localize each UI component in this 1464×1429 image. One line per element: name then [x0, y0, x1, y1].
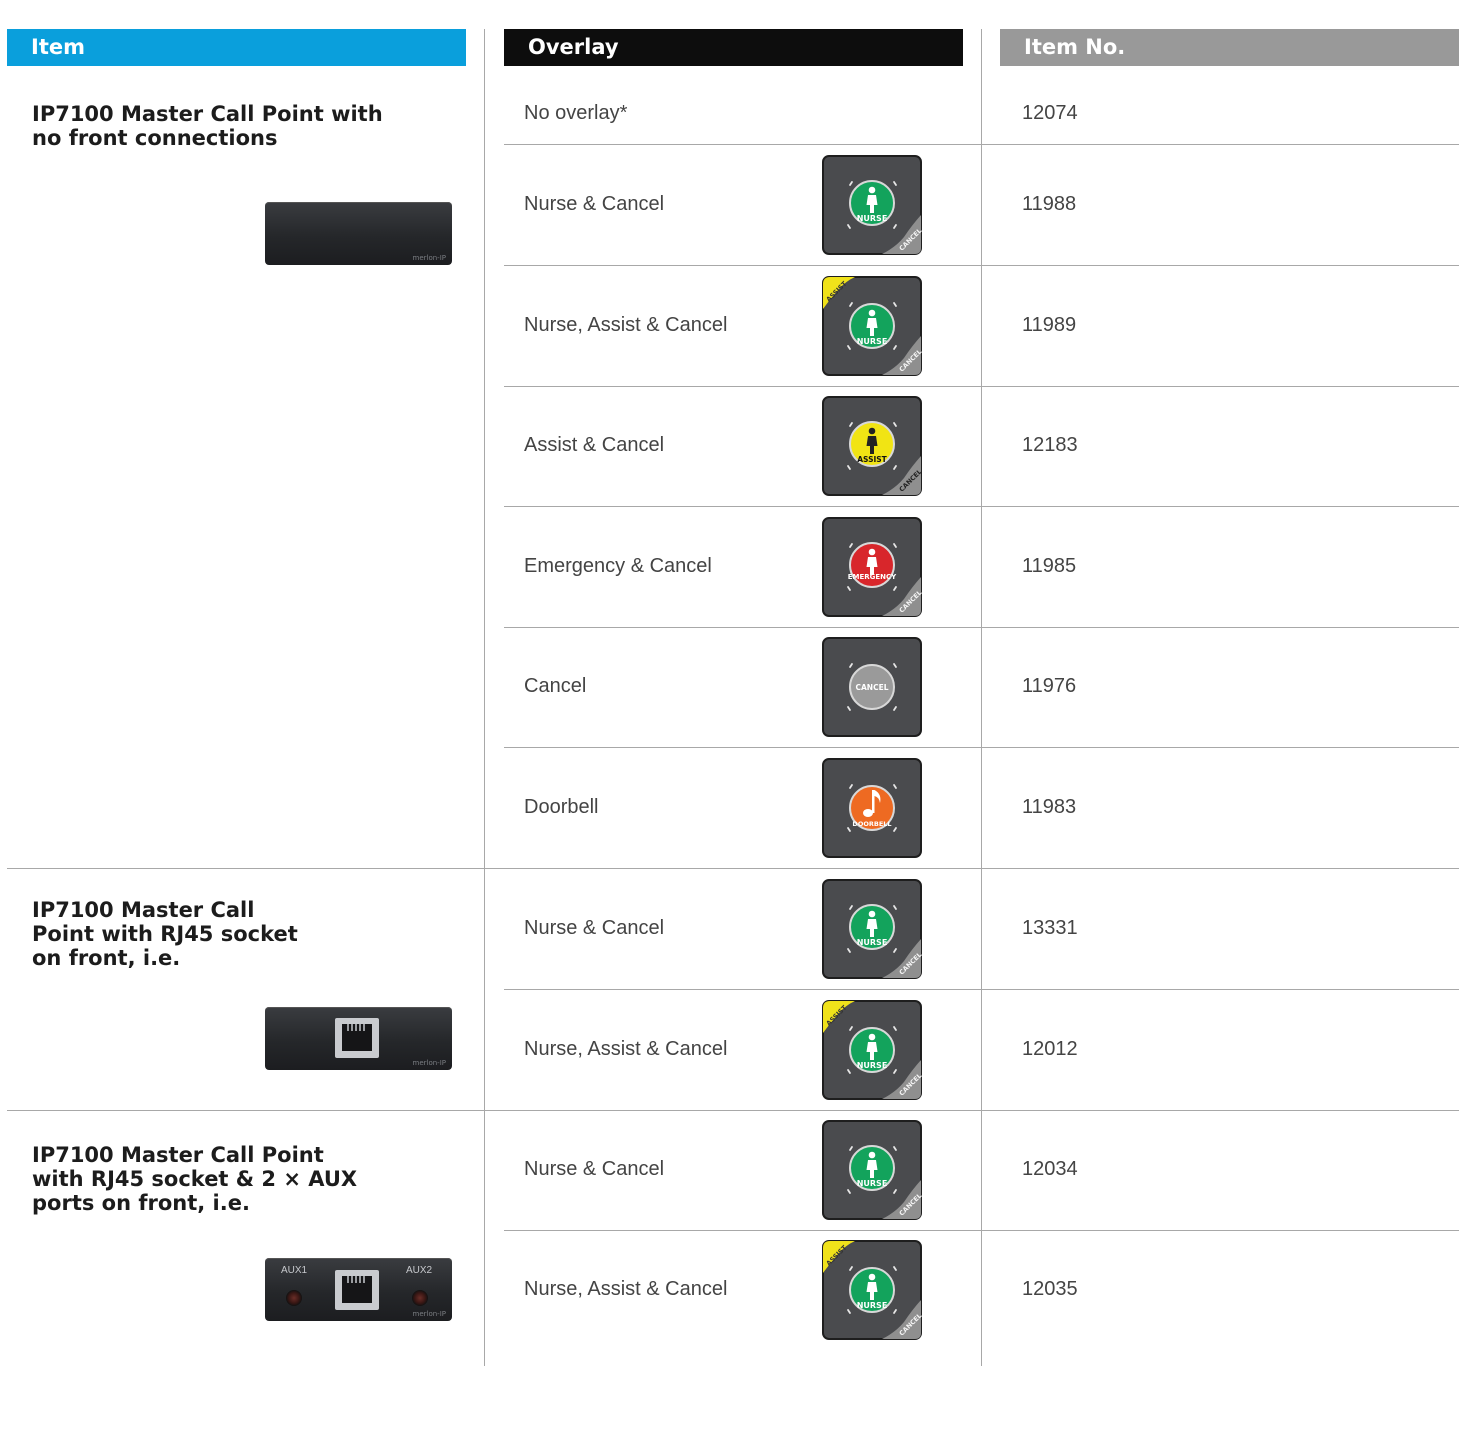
svg-text:EMERGENCY: EMERGENCY [848, 573, 897, 581]
nurse-cancel-overlay-icon: CANCEL NURSE [822, 154, 924, 255]
overlay-label: Assist & Cancel [524, 434, 665, 456]
item-number: 11976 [1022, 675, 1077, 697]
group-title-2: IP7100 Master Call Point with RJ45 socket… [32, 898, 298, 970]
doorbell-overlay-icon: DOORBELL [822, 757, 922, 858]
svg-text:CANCEL: CANCEL [856, 683, 889, 692]
item-number: 11983 [1022, 795, 1077, 818]
item-number: 11985 [1022, 554, 1077, 577]
item-number: 11988 [1022, 192, 1077, 215]
overlay-label: No overlay* [524, 102, 628, 124]
overlay-label: Nurse & Cancel [524, 192, 665, 215]
item-number: 12074 [1022, 102, 1078, 124]
column-header-overlay: Overlay [504, 29, 963, 66]
item-number: 12035 [1022, 1278, 1078, 1300]
cancel-overlay-icon: CANCEL [822, 637, 922, 737]
column-divider-lower [981, 1066, 982, 1366]
emergency-cancel-overlay-icon: CANCEL EMERGENCY [822, 516, 924, 617]
row-divider [504, 747, 1459, 748]
nurse-assist-cancel-overlay-icon: ASSIST CANCEL NURSE [822, 275, 924, 376]
plate-brand: merlon-IP [412, 1310, 446, 1318]
svg-text:NURSE: NURSE [857, 337, 888, 346]
row-divider [504, 144, 1459, 145]
rj45-socket [335, 1270, 379, 1310]
item-number: 12183 [1022, 434, 1078, 456]
row-divider [504, 989, 1459, 990]
row-divider [504, 627, 1459, 628]
plate-image-rj45-aux: AUX1 AUX2 merlon-IP [265, 1258, 452, 1321]
aux1-port [286, 1290, 302, 1306]
aux2-port [412, 1290, 428, 1306]
svg-text:NURSE: NURSE [857, 1301, 888, 1310]
overlay-label: Nurse & Cancel [524, 916, 665, 939]
overlay-label: Doorbell [524, 795, 599, 818]
overlay-label: Nurse & Cancel [524, 1158, 665, 1180]
column-divider-lower [484, 1066, 485, 1366]
aux1-label: AUX1 [281, 1265, 308, 1276]
item-number: 12034 [1022, 1158, 1078, 1180]
item-number: 11989 [1022, 313, 1077, 336]
plate-brand: merlon-IP [412, 254, 446, 262]
column-divider-right [981, 29, 982, 1066]
group-title-3: IP7100 Master Call Point with RJ45 socket… [32, 1143, 358, 1215]
row-divider [504, 265, 1459, 266]
overlay-label: Emergency & Cancel [524, 554, 712, 577]
svg-text:NURSE: NURSE [857, 214, 888, 223]
plate-image-no-connections: merlon-IP [265, 202, 452, 265]
group-divider [7, 1110, 1459, 1111]
svg-text:NURSE: NURSE [857, 938, 888, 947]
column-header-item-no: Item No. [1000, 29, 1459, 66]
nurse-assist-cancel-overlay-icon: ASSIST CANCEL NURSE [822, 1240, 924, 1340]
svg-text:DOORBELL: DOORBELL [852, 820, 891, 828]
svg-text:NURSE: NURSE [857, 1061, 888, 1070]
group-title-1: IP7100 Master Call Point with no front co… [32, 102, 383, 150]
rj45-socket [335, 1018, 379, 1058]
plate-image-rj45: merlon-IP [265, 1007, 452, 1070]
nurse-cancel-overlay-icon: CANCEL NURSE [822, 1120, 924, 1220]
svg-text:NURSE: NURSE [857, 1179, 888, 1188]
row-divider [504, 386, 1459, 387]
overlay-label: Nurse, Assist & Cancel [524, 1037, 728, 1060]
overlay-label: Cancel [524, 675, 587, 697]
item-number: 12012 [1022, 1037, 1078, 1060]
overlay-label: Nurse, Assist & Cancel [524, 1278, 728, 1300]
assist-cancel-overlay-icon: CANCEL ASSIST [822, 396, 924, 496]
nurse-assist-cancel-overlay-icon: ASSIST CANCEL NURSE [822, 999, 924, 1100]
aux2-label: AUX2 [406, 1265, 433, 1276]
overlay-label: Nurse, Assist & Cancel [524, 313, 728, 336]
column-divider-left [484, 29, 485, 1066]
item-number: 13331 [1022, 916, 1078, 939]
group-divider [7, 868, 1459, 869]
column-header-item: Item [7, 29, 466, 66]
plate-brand: merlon-IP [412, 1059, 446, 1067]
row-divider [504, 506, 1459, 507]
nurse-cancel-overlay-icon: CANCEL NURSE [822, 878, 924, 979]
svg-text:ASSIST: ASSIST [857, 455, 887, 464]
